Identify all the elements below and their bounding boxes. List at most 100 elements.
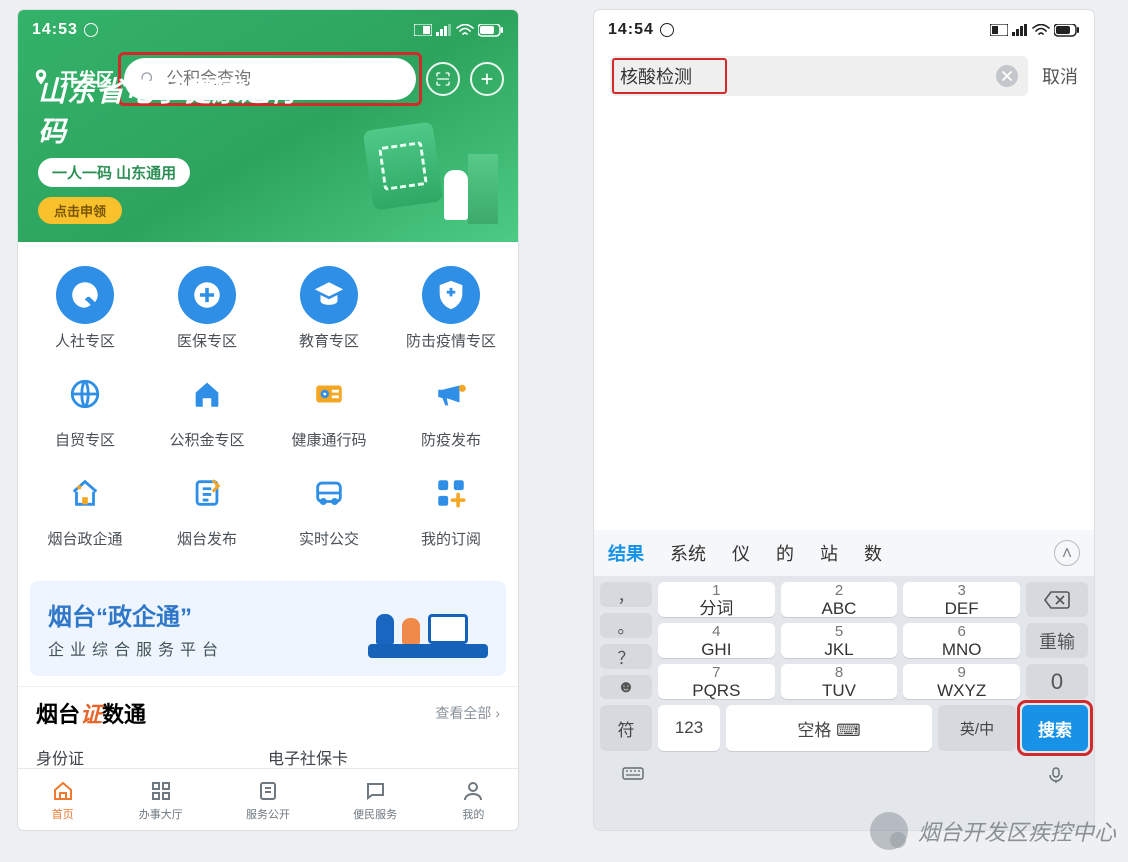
status-bar: 14:53 <box>18 10 518 44</box>
key-7[interactable]: 7PQRS <box>658 664 775 699</box>
tile-hr[interactable]: 人社专区 <box>30 266 140 351</box>
key-language[interactable]: 英/中 <box>938 705 1016 751</box>
tab-mine[interactable]: 我的 <box>460 778 486 822</box>
tab-public[interactable]: 服务公开 <box>246 778 290 822</box>
key-4[interactable]: 4GHI <box>658 623 775 658</box>
tile-label: 实时公交 <box>299 531 359 548</box>
tile-announce[interactable]: 防疫发布 <box>396 365 506 450</box>
candidates-expand-icon[interactable]: ˄ <box>1054 540 1080 566</box>
cancel-button[interactable]: 取消 <box>1042 63 1078 89</box>
services-grid: 人社专区 医保专区 教育专区 防击疫情专区 自贸专区 公积金专区 <box>18 242 518 571</box>
tab-home[interactable]: 首页 <box>50 778 76 822</box>
key-5[interactable]: 5JKL <box>781 623 898 658</box>
house-icon <box>178 365 236 423</box>
key-backspace[interactable] <box>1026 582 1088 617</box>
see-all-link[interactable]: 查看全部 <box>435 703 500 723</box>
tab-label: 便民服务 <box>353 809 397 821</box>
wifi-icon <box>456 24 474 37</box>
candidate[interactable]: 的 <box>776 540 794 566</box>
promo-zhengqitong[interactable]: 烟台“政企通” 企业综合服务平台 <box>30 581 506 676</box>
tile-freetrade[interactable]: 自贸专区 <box>30 365 140 450</box>
status-time: 14:54 <box>608 21 654 39</box>
key-6[interactable]: 6MNO <box>903 623 1020 658</box>
candidate-row: 结果 系统 仪 的 站 数 ˄ <box>594 530 1094 576</box>
home-icon <box>50 778 76 804</box>
grid-icon <box>148 778 174 804</box>
hero-banner[interactable]: 山东省电子健康通行码 一人一码 山东通用 点击申领 <box>38 70 498 224</box>
tile-education[interactable]: 教育专区 <box>274 266 384 351</box>
candidate[interactable]: 站 <box>820 540 838 566</box>
clear-button[interactable] <box>996 65 1018 87</box>
key-symbols[interactable]: 符 <box>600 705 652 751</box>
search-input[interactable] <box>620 66 996 87</box>
candidate[interactable]: 仪 <box>732 540 750 566</box>
tile-medical[interactable]: 医保专区 <box>152 266 262 351</box>
status-icons <box>990 24 1080 37</box>
kb-footer <box>594 757 1094 793</box>
results-area <box>594 106 1094 530</box>
tile-label: 自贸专区 <box>55 432 115 449</box>
tile-epidemic[interactable]: 防击疫情专区 <box>396 266 506 351</box>
keyboard-collapse-icon[interactable] <box>622 767 644 783</box>
user-icon <box>460 778 486 804</box>
tab-services[interactable]: 便民服务 <box>353 778 397 822</box>
tile-publish[interactable]: 烟台发布 <box>152 464 262 549</box>
candidate[interactable]: 数 <box>864 540 882 566</box>
phone-home-screen: 14:53 开发区 <box>18 10 518 830</box>
tile-subscribe[interactable]: 我的订阅 <box>396 464 506 549</box>
key-2[interactable]: 2ABC <box>781 582 898 617</box>
kb-numpad: 1分词 2ABC 3DEF 4GHI 5JKL 6MNO 7PQRS 8TUV … <box>658 582 1020 699</box>
doc-icon <box>255 778 281 804</box>
key-comma[interactable]: ， <box>600 582 652 607</box>
tile-label: 防疫发布 <box>421 432 481 449</box>
section-title: 烟台证数通 <box>36 697 146 729</box>
candidate-lead[interactable]: 结果 <box>608 540 644 566</box>
tab-hall[interactable]: 办事大厅 <box>139 778 183 822</box>
backspace-icon <box>1044 591 1070 609</box>
key-search[interactable]: 搜索 <box>1022 705 1088 751</box>
promo-subtitle: 企业综合服务平台 <box>48 636 224 660</box>
tab-label: 办事大厅 <box>139 809 183 821</box>
tile-fund[interactable]: 公积金专区 <box>152 365 262 450</box>
key-9[interactable]: 9WXYZ <box>903 664 1020 699</box>
grid-plus-icon <box>422 464 480 522</box>
key-period[interactable]: 。 <box>600 613 652 638</box>
tile-label: 烟台发布 <box>177 531 237 548</box>
key-emoji[interactable]: ☻ <box>600 675 652 699</box>
bus-icon <box>300 464 358 522</box>
kb-punct-column: ， 。 ？ ☻ <box>600 582 652 699</box>
search-box[interactable] <box>610 56 1028 96</box>
key-3[interactable]: 3DEF <box>903 582 1020 617</box>
hero-title: 山东省电子健康通行码 <box>38 70 322 150</box>
tile-label: 健康通行码 <box>291 432 366 449</box>
tile-zqtong[interactable]: 烟台政企通 <box>30 464 140 549</box>
key-question[interactable]: ？ <box>600 644 652 669</box>
key-space[interactable]: 空格 ⌨ <box>726 705 932 751</box>
mic-icon[interactable] <box>1046 767 1066 783</box>
key-retype[interactable]: 重输 <box>1026 623 1088 658</box>
promo-title: 烟台“政企通” <box>48 597 224 632</box>
tile-label: 人社专区 <box>55 333 115 350</box>
signal-icon <box>1012 24 1028 36</box>
status-time: 14:53 <box>32 21 78 39</box>
tile-healthcode[interactable]: 健康通行码 <box>274 365 384 450</box>
hero-section: 14:53 开发区 <box>18 10 518 242</box>
tile-label: 烟台政企通 <box>47 531 122 548</box>
tile-bus[interactable]: 实时公交 <box>274 464 384 549</box>
battery-icon <box>478 24 504 37</box>
phone-search-screen: 14:54 取消 结果 系统 仪 的 站 数 ˄ <box>594 10 1094 830</box>
status-bar: 14:54 <box>594 10 1094 44</box>
candidate[interactable]: 系统 <box>670 540 706 566</box>
star-shield-icon <box>422 266 480 324</box>
handshake-icon <box>56 266 114 324</box>
megaphone-icon <box>422 365 480 423</box>
keyboard: 结果 系统 仪 的 站 数 ˄ ， 。 ？ ☻ 1分词 2ABC 3DEF 4G… <box>594 530 1094 830</box>
key-1[interactable]: 1分词 <box>658 582 775 617</box>
qr-icon <box>378 141 428 191</box>
key-zero[interactable]: 0 <box>1026 664 1088 699</box>
chat-icon <box>362 778 388 804</box>
hero-cta-button[interactable]: 点击申领 <box>38 197 122 224</box>
key-123[interactable]: 123 <box>658 705 720 751</box>
key-8[interactable]: 8TUV <box>781 664 898 699</box>
search-row: 取消 <box>594 44 1094 106</box>
